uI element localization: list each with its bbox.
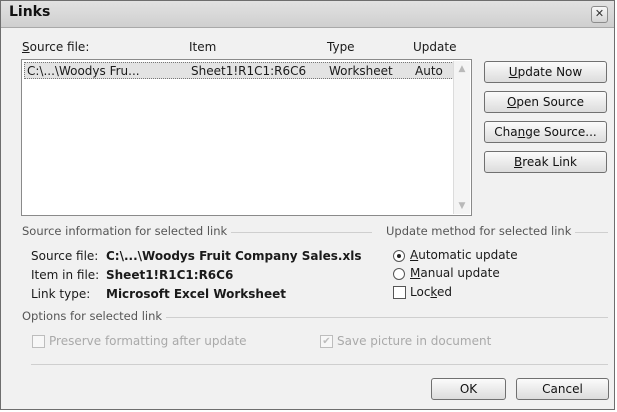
automatic-update-mnemonic: A [410, 248, 419, 262]
links-dialog: Links ✕ Source file: Item Type Update C:… [0, 0, 615, 410]
row-type: Worksheet [329, 64, 393, 78]
links-listbox[interactable]: C:\...\Woodys Fru... Sheet1!R1C1:R6C6 Wo… [21, 59, 472, 216]
row-source-file: C:\...\Woodys Fru... [27, 64, 140, 78]
header-update[interactable]: Update [413, 40, 456, 54]
manual-update-mnemonic: M [410, 266, 421, 280]
header-item[interactable]: Item [189, 40, 216, 54]
item-in-file-label: Item in file: [31, 268, 100, 282]
footer-divider [31, 364, 608, 365]
locked-text-a: Loc [410, 285, 431, 299]
preserve-formatting-checkbox[interactable] [32, 335, 45, 348]
manual-update-text: anual update [420, 266, 500, 280]
close-icon[interactable]: ✕ [591, 6, 608, 23]
manual-update-label[interactable]: Manual update [410, 266, 500, 280]
preserve-formatting-label[interactable]: Preserve formatting after update [49, 334, 247, 348]
save-picture-checkbox[interactable]: ✔ [320, 335, 333, 348]
table-row[interactable]: C:\...\Woodys Fru... Sheet1!R1C1:R6C6 Wo… [24, 62, 454, 79]
header-source-file-label: ource file: [29, 40, 90, 54]
save-picture-label[interactable]: Save picture in document [337, 334, 491, 348]
change-source-button[interactable]: Change Source... [484, 121, 607, 143]
link-type-value: Microsoft Excel Worksheet [106, 287, 286, 301]
automatic-update-text: utomatic update [418, 248, 518, 262]
open-source-label: pen Source [516, 95, 585, 109]
source-file-label: Source file: [31, 249, 99, 263]
change-source-label-b: ge Source... [525, 125, 597, 139]
header-source-file-mnemonic: S [22, 40, 30, 54]
scroll-up-icon[interactable]: ▲ [454, 61, 470, 77]
options-heading: Options for selected link [22, 309, 167, 323]
open-source-button[interactable]: Open Source [484, 91, 607, 113]
dialog-title: Links [9, 4, 51, 20]
title-bar[interactable]: Links ✕ [1, 1, 614, 28]
scroll-down-icon[interactable]: ▼ [454, 198, 470, 214]
header-type[interactable]: Type [327, 40, 355, 54]
change-source-label-a: Cha [494, 125, 518, 139]
row-update: Auto [415, 64, 443, 78]
row-item: Sheet1!R1C1:R6C6 [191, 64, 307, 78]
automatic-update-radio[interactable] [393, 250, 405, 262]
link-type-label: Link type: [31, 287, 91, 301]
break-link-mnemonic: B [514, 155, 523, 169]
cancel-button[interactable]: Cancel [516, 378, 609, 400]
open-source-mnemonic: O [506, 95, 517, 109]
update-now-button[interactable]: Update Now [484, 61, 607, 83]
source-info-heading: Source information for selected link [22, 224, 232, 238]
update-now-label: pdate Now [517, 65, 583, 79]
automatic-update-label[interactable]: Automatic update [410, 248, 518, 262]
header-source-file[interactable]: Source file: [22, 40, 89, 54]
item-in-file-value: Sheet1!R1C1:R6C6 [106, 268, 234, 282]
locked-checkbox[interactable] [393, 286, 406, 299]
break-link-button[interactable]: Break Link [484, 151, 607, 173]
update-method-heading: Update method for selected link [386, 224, 576, 238]
ok-button[interactable]: OK [431, 378, 506, 400]
manual-update-radio[interactable] [393, 268, 405, 280]
break-link-label: reak Link [522, 155, 577, 169]
locked-label[interactable]: Locked [410, 285, 452, 299]
vertical-scrollbar[interactable]: ▲ ▼ [453, 61, 470, 214]
source-file-value: C:\...\Woodys Fruit Company Sales.xls [106, 249, 362, 263]
update-now-mnemonic: U [508, 65, 518, 79]
locked-text-b: ed [436, 285, 452, 299]
